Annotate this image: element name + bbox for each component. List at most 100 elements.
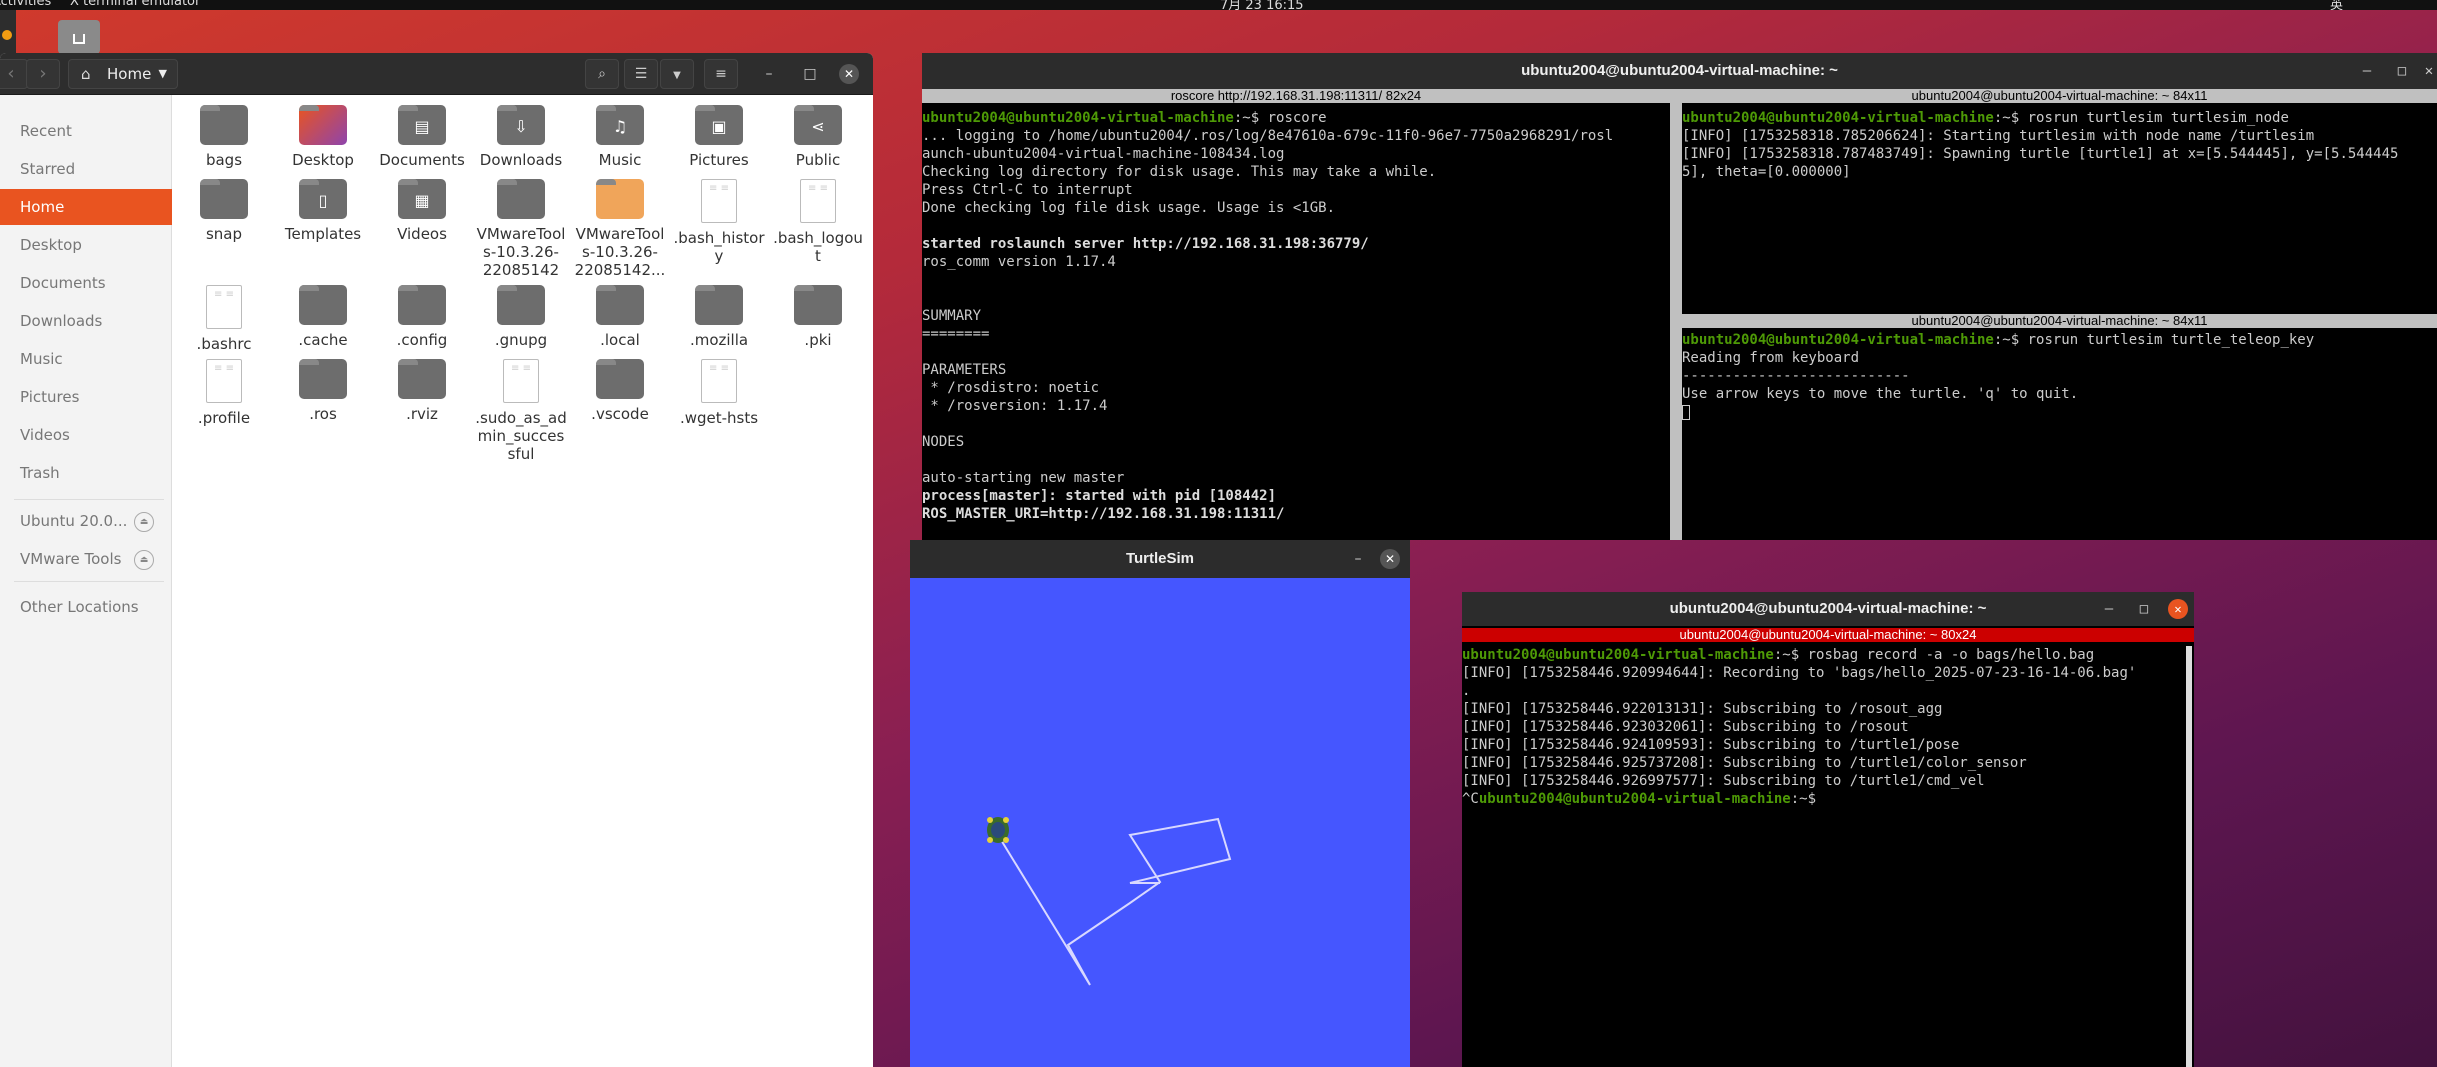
terminal-line: started roslaunch server http://192.168.… (922, 235, 1668, 253)
file-item[interactable]: ≡ ≡ .bash_history (673, 179, 765, 265)
file-item[interactable]: .rviz (376, 359, 468, 423)
sidebar-item[interactable]: Music (0, 341, 172, 377)
maximize-button[interactable]: □ (800, 64, 820, 84)
back-button[interactable]: ‹ (0, 59, 28, 89)
file-item[interactable]: Desktop (277, 105, 369, 169)
eject-icon[interactable]: ⏏ (134, 512, 154, 532)
file-item-label: .pki (804, 331, 832, 349)
forward-button[interactable]: › (26, 59, 60, 89)
sidebar-item[interactable]: Ubuntu 20.0... ⏏ (0, 503, 172, 539)
sidebar-item[interactable]: Pictures (0, 379, 172, 415)
file-item[interactable]: .ros (277, 359, 369, 423)
menu-button[interactable]: ≡ (704, 59, 738, 89)
pane-rosbag-record[interactable]: ubuntu2004@ubuntu2004-virtual-machine:~$… (1462, 646, 2184, 1067)
minimize-button[interactable]: – (759, 64, 779, 84)
sidebar-item[interactable]: Other Locations (0, 589, 172, 625)
pane-roscore[interactable]: ubuntu2004@ubuntu2004-virtual-machine:~$… (922, 109, 1668, 540)
file-item[interactable]: VMwareTools-10.3.26-22085142 (475, 179, 567, 279)
pane-teleop[interactable]: ubuntu2004@ubuntu2004-virtual-machine:~$… (1682, 331, 2437, 536)
file-item-label: VMwareTools-10.3.26-22085142... (574, 225, 666, 279)
close-button[interactable]: ✕ (1380, 549, 1400, 569)
file-item[interactable]: .vscode (574, 359, 666, 423)
pane-turtlesim-node[interactable]: ubuntu2004@ubuntu2004-virtual-machine:~$… (1682, 109, 2437, 309)
activities-button[interactable]: Activities (0, 0, 51, 9)
folder-icon (794, 285, 842, 325)
dock-app-icon[interactable] (2, 30, 12, 40)
close-button[interactable]: ✕ (2168, 599, 2188, 619)
file-item[interactable]: ▣ Pictures (673, 105, 765, 169)
close-icon: ✕ (1384, 552, 1396, 566)
file-item[interactable]: ≡ ≡ .wget-hsts (673, 359, 765, 427)
sidebar-item[interactable]: VMware Tools ⏏ (0, 541, 172, 577)
scrollbar[interactable] (2186, 646, 2192, 1067)
file-item[interactable]: VMwareTools-10.3.26-22085142... (574, 179, 666, 279)
file-item-label: snap (205, 225, 243, 243)
file-item[interactable]: ≡ ≡ .sudo_as_admin_successful (475, 359, 567, 463)
close-button[interactable]: ✕ (839, 64, 859, 84)
file-item[interactable]: .config (376, 285, 468, 349)
terminal-window-tiled[interactable]: ubuntu2004@ubuntu2004-virtual-machine: ~… (922, 53, 2437, 540)
file-item-label: Documents (379, 151, 465, 169)
file-item[interactable]: ⋖ Public (772, 105, 864, 169)
maximize-button[interactable]: □ (2392, 61, 2412, 81)
file-item[interactable]: ♫ Music (574, 105, 666, 169)
path-label: Home (107, 65, 152, 83)
file-item[interactable]: .local (574, 285, 666, 349)
terminal-line: [INFO] [1753258446.924109593]: Subscribi… (1462, 736, 2184, 754)
search-button[interactable]: ⌕ (585, 59, 619, 89)
file-item[interactable]: ▦ Videos (376, 179, 468, 243)
minimize-button[interactable]: – (2357, 61, 2377, 81)
sidebar-item[interactable]: Desktop (0, 227, 172, 263)
terminal-line: Reading from keyboard (1682, 349, 2437, 367)
file-item[interactable]: .cache (277, 285, 369, 349)
sidebar-item[interactable]: Starred (0, 151, 172, 187)
pane-divider[interactable] (1670, 89, 1682, 540)
app-menu[interactable]: X terminal emulator (70, 0, 200, 9)
sidebar-item[interactable]: Trash (0, 455, 172, 491)
file-item[interactable]: .mozilla (673, 285, 765, 349)
file-item[interactable]: ≡ ≡ .bashrc (178, 285, 270, 353)
file-item[interactable]: snap (178, 179, 270, 243)
path-bar-home[interactable]: ⌂ Home ▼ (68, 59, 178, 89)
terminal-line: [INFO] [1753258446.925737208]: Subscribi… (1462, 754, 2184, 772)
file-item[interactable]: ≡ ≡ .bash_logout (772, 179, 864, 265)
turtlesim-window[interactable]: TurtleSim – ✕ (910, 540, 1410, 1067)
clock[interactable]: 7月 23 16:15 (1220, 0, 1304, 10)
terminal-line: ^Cubuntu2004@ubuntu2004-virtual-machine:… (1462, 790, 2184, 808)
sidebar-item-label: Downloads (20, 312, 103, 330)
terminal-text: --------------------------- (1682, 368, 1910, 384)
sidebar-item[interactable]: Videos (0, 417, 172, 453)
terminal-text: [INFO] [1753258446.926997577]: Subscribi… (1462, 773, 1985, 789)
file-item[interactable]: ⇩ Downloads (475, 105, 567, 169)
file-item[interactable]: bags (178, 105, 270, 169)
sidebar-item[interactable]: Recent (0, 113, 172, 149)
view-options-button[interactable]: ▼ (660, 59, 694, 89)
pane-title-label: ubuntu2004@ubuntu2004-virtual-machine: ~… (1911, 314, 2208, 328)
file-item-label: Public (795, 151, 841, 169)
sidebar-item[interactable]: Downloads (0, 303, 172, 339)
file-item[interactable]: ≡ ≡ .profile (178, 359, 270, 427)
terminal-text: [INFO] [1753258318.787483749]: Spawning … (1682, 146, 2399, 162)
sidebar-item[interactable]: Documents (0, 265, 172, 301)
eject-icon[interactable]: ⏏ (134, 550, 154, 570)
file-item[interactable]: .pki (772, 285, 864, 349)
terminal-line: aunch-ubuntu2004-virtual-machine-108434.… (922, 145, 1668, 163)
file-item[interactable]: .gnupg (475, 285, 567, 349)
sidebar-item[interactable]: Home (0, 189, 172, 225)
shell-prompt: ubuntu2004@ubuntu2004-virtual-machine (1682, 332, 1994, 348)
desktop-home-icon[interactable] (58, 20, 100, 54)
sidebar-item-label: Videos (20, 426, 70, 444)
minimize-button[interactable]: – (1348, 549, 1368, 569)
view-list-button[interactable]: ☰ (624, 59, 658, 89)
minimize-button[interactable]: – (2099, 599, 2119, 619)
maximize-button[interactable]: □ (2134, 599, 2154, 619)
close-button[interactable]: ✕ (2419, 61, 2437, 81)
input-method-indicator[interactable]: 英 (2330, 0, 2343, 10)
turtlesim-canvas[interactable] (910, 578, 1410, 1067)
file-item[interactable]: ▤ Documents (376, 105, 468, 169)
file-item[interactable]: ▯ Templates (277, 179, 369, 243)
terminal-text: 5], theta=[0.000000] (1682, 164, 1851, 180)
terminal-window-record[interactable]: ubuntu2004@ubuntu2004-virtual-machine: ~… (1462, 592, 2194, 1067)
